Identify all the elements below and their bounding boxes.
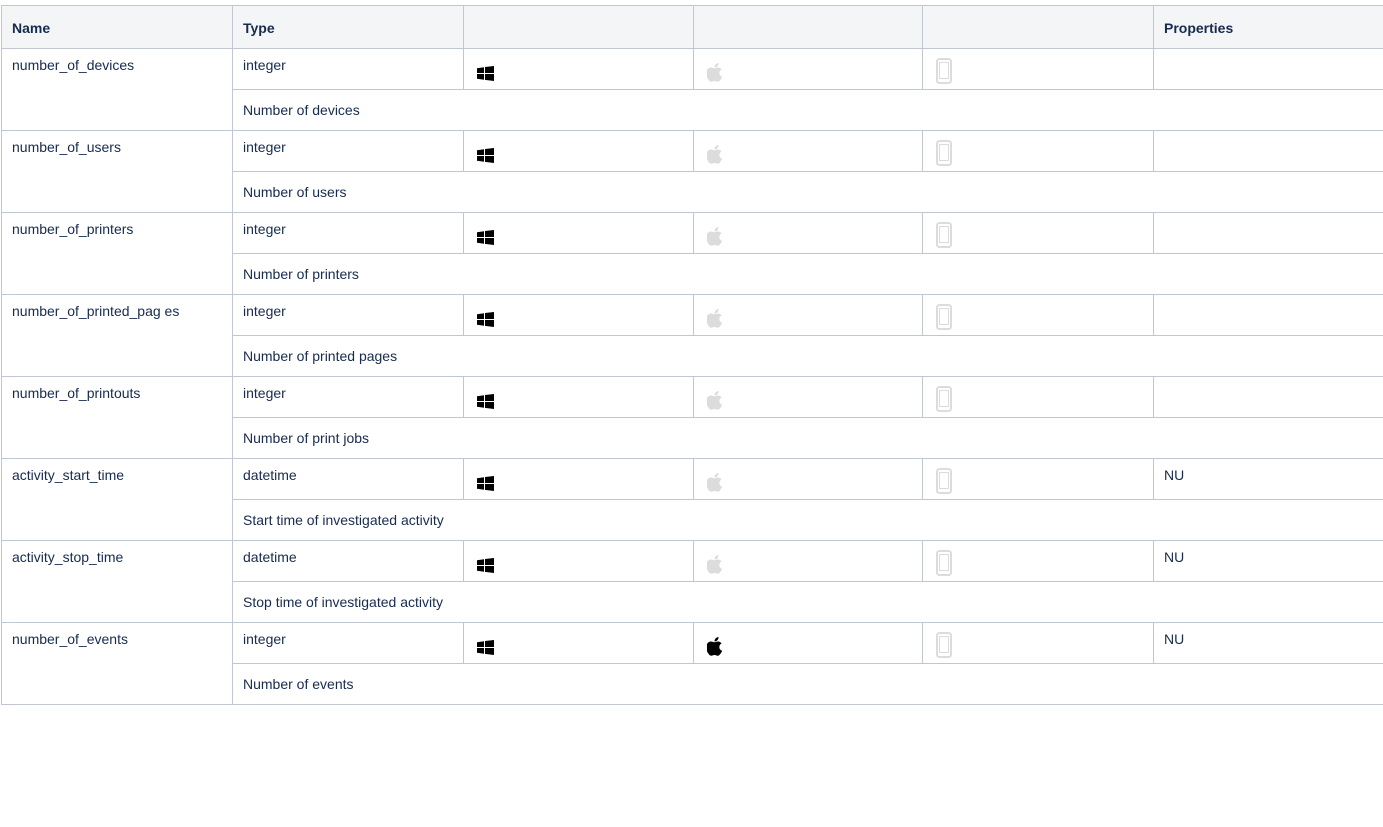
attribute-description-cell: Number of devices bbox=[232, 89, 1383, 131]
mobile-device-icon-cell bbox=[922, 212, 1154, 254]
attribute-properties-cell: NU bbox=[1153, 540, 1383, 582]
attribute-type-cell: integer bbox=[232, 130, 464, 172]
mobile-device-icon-cell bbox=[922, 540, 1154, 582]
table-row: activity_start_time datetime NU bbox=[1, 458, 1383, 541]
column-header-name: Name bbox=[1, 5, 233, 49]
mobile-device-icon-cell bbox=[922, 458, 1154, 500]
mobile-device-icon bbox=[936, 550, 952, 576]
apple-icon bbox=[707, 391, 723, 410]
attribute-type-cell: integer bbox=[232, 376, 464, 418]
attribute-properties-cell: NU bbox=[1153, 622, 1383, 664]
windows-icon bbox=[477, 148, 494, 163]
table-header-row: Name Type Properties bbox=[1, 5, 1383, 49]
apple-icon-cell bbox=[693, 212, 923, 254]
apple-icon-cell bbox=[693, 376, 923, 418]
apple-icon bbox=[707, 309, 723, 328]
attribute-properties-cell bbox=[1153, 294, 1383, 336]
attribute-description-cell: Number of printers bbox=[232, 253, 1383, 295]
apple-icon bbox=[707, 555, 723, 574]
column-header-mobile bbox=[922, 5, 1154, 49]
attribute-name-cell: activity_start_time bbox=[1, 458, 233, 541]
table-row: number_of_printouts integer bbox=[1, 376, 1383, 459]
apple-icon bbox=[707, 473, 723, 492]
table-row: number_of_devices integer bbox=[1, 48, 1383, 131]
attribute-description-cell: Number of events bbox=[232, 663, 1383, 705]
table-row: number_of_printed_pag es integer bbox=[1, 294, 1383, 377]
table-body: number_of_devices integer Number of device… bbox=[1, 48, 1383, 705]
apple-icon-cell bbox=[693, 48, 923, 90]
attribute-properties-cell bbox=[1153, 376, 1383, 418]
table-row: activity_stop_time datetime NU bbox=[1, 540, 1383, 623]
mobile-device-icon-cell bbox=[922, 48, 1154, 90]
apple-icon bbox=[707, 145, 723, 164]
attribute-name-cell: number_of_users bbox=[1, 130, 233, 213]
mobile-device-icon bbox=[936, 468, 952, 494]
attribute-properties-cell bbox=[1153, 48, 1383, 90]
windows-icon-cell bbox=[463, 130, 694, 172]
attribute-name-cell: number_of_printouts bbox=[1, 376, 233, 459]
apple-icon bbox=[707, 63, 723, 82]
attribute-description-cell: Stop time of investigated activity bbox=[232, 581, 1383, 623]
windows-icon bbox=[477, 394, 494, 409]
column-header-windows bbox=[463, 5, 694, 49]
column-header-type: Type bbox=[232, 5, 464, 49]
apple-icon bbox=[707, 227, 723, 246]
table-row: number_of_printers integer bbox=[1, 212, 1383, 295]
attribute-properties-cell bbox=[1153, 212, 1383, 254]
mobile-device-icon-cell bbox=[922, 130, 1154, 172]
mobile-device-icon bbox=[936, 222, 952, 248]
mobile-device-icon bbox=[936, 304, 952, 330]
apple-icon-cell bbox=[693, 130, 923, 172]
mobile-device-icon-cell bbox=[922, 294, 1154, 336]
column-header-properties: Properties bbox=[1153, 5, 1383, 49]
windows-icon-cell bbox=[463, 622, 694, 664]
apple-icon-cell bbox=[693, 458, 923, 500]
attribute-properties-cell: NU bbox=[1153, 458, 1383, 500]
windows-icon bbox=[477, 230, 494, 245]
windows-icon bbox=[477, 640, 494, 655]
attribute-type-cell: integer bbox=[232, 212, 464, 254]
attribute-type-cell: integer bbox=[232, 622, 464, 664]
table-row: number_of_users integer bbox=[1, 130, 1383, 213]
attribute-description-cell: Number of print jobs bbox=[232, 417, 1383, 459]
apple-icon-cell bbox=[693, 622, 923, 664]
attribute-type-cell: datetime bbox=[232, 458, 464, 500]
apple-icon bbox=[707, 637, 723, 656]
apple-icon-cell bbox=[693, 294, 923, 336]
attribute-type-cell: integer bbox=[232, 294, 464, 336]
mobile-device-icon bbox=[936, 140, 952, 166]
attribute-description-cell: Start time of investigated activity bbox=[232, 499, 1383, 541]
attribute-properties-cell bbox=[1153, 130, 1383, 172]
attribute-name-cell: number_of_printed_pag es bbox=[1, 294, 233, 377]
windows-icon-cell bbox=[463, 540, 694, 582]
mobile-device-icon-cell bbox=[922, 376, 1154, 418]
attributes-table: Name Type Properties number_of_devices in… bbox=[1, 5, 1383, 705]
mobile-device-icon bbox=[936, 58, 952, 84]
windows-icon bbox=[477, 476, 494, 491]
attribute-description-cell: Number of printed pages bbox=[232, 335, 1383, 377]
attribute-description-cell: Number of users bbox=[232, 171, 1383, 213]
column-header-mac bbox=[693, 5, 923, 49]
attribute-name-cell: number_of_printers bbox=[1, 212, 233, 295]
table-row: number_of_events integer NU bbox=[1, 622, 1383, 705]
windows-icon-cell bbox=[463, 212, 694, 254]
attribute-type-cell: integer bbox=[232, 48, 464, 90]
windows-icon bbox=[477, 558, 494, 573]
windows-icon bbox=[477, 66, 494, 81]
attribute-name-cell: activity_stop_time bbox=[1, 540, 233, 623]
windows-icon-cell bbox=[463, 294, 694, 336]
windows-icon bbox=[477, 312, 494, 327]
windows-icon-cell bbox=[463, 376, 694, 418]
attribute-name-cell: number_of_devices bbox=[1, 48, 233, 131]
mobile-device-icon-cell bbox=[922, 622, 1154, 664]
attribute-name-cell: number_of_events bbox=[1, 622, 233, 705]
mobile-device-icon bbox=[936, 632, 952, 658]
windows-icon-cell bbox=[463, 48, 694, 90]
mobile-device-icon bbox=[936, 386, 952, 412]
attribute-type-cell: datetime bbox=[232, 540, 464, 582]
apple-icon-cell bbox=[693, 540, 923, 582]
windows-icon-cell bbox=[463, 458, 694, 500]
